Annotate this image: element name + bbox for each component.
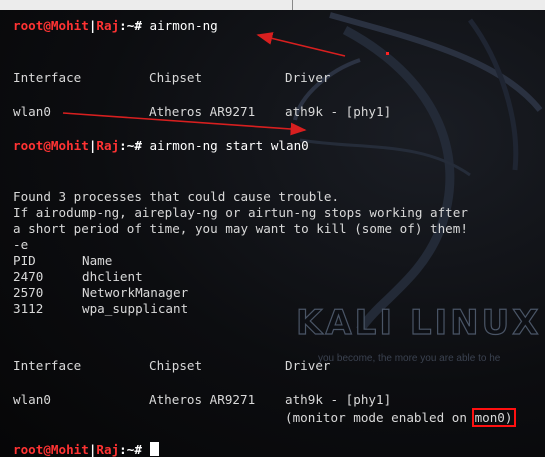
- prompt-line-3[interactable]: root@Mohit|Raj:~#: [13, 442, 159, 457]
- row-chipset: Atheros AR9271: [149, 104, 256, 119]
- prompt-path: :~#: [119, 138, 142, 153]
- prompt-host: Raj: [96, 138, 120, 153]
- row-driver: ath9k - [phy1]: [285, 104, 392, 119]
- prompt-host: Raj: [96, 442, 120, 457]
- kali-linux-watermark: KALI LINUX: [295, 302, 542, 343]
- terminal-window[interactable]: KALI LINUX you become, the more you are …: [0, 0, 545, 457]
- red-dot-marker: [386, 52, 389, 55]
- header-chipset: Chipset: [149, 70, 203, 85]
- row-driver: ath9k - [phy1]: [285, 392, 392, 407]
- prompt-line-2: root@Mohit|Raj:~# airmon-ng start wlan0: [13, 138, 309, 153]
- warning-line-2: If airodump-ng, aireplay-ng or airtun-ng…: [13, 205, 468, 220]
- row-interface: wlan0: [13, 392, 51, 407]
- command-text: airmon-ng: [149, 18, 218, 33]
- prompt-user: root@Mohit: [13, 442, 89, 457]
- warning-line-4: -e: [13, 237, 29, 252]
- process-name: dhclient: [82, 269, 143, 284]
- monitor-interface: mon0: [474, 410, 505, 425]
- header-pid: PID: [13, 253, 36, 268]
- header-chipset: Chipset: [149, 358, 203, 373]
- window-top-bar: [0, 0, 545, 10]
- monitor-mode-text: (monitor mode enabled on: [285, 410, 475, 425]
- text-cursor[interactable]: [149, 442, 159, 456]
- header-interface: Interface: [13, 70, 82, 85]
- command-text: airmon-ng start wlan0: [149, 138, 309, 153]
- arrow-to-airmon-command: [256, 32, 346, 57]
- row-interface: wlan0: [13, 104, 51, 119]
- process-name: wpa_supplicant: [82, 301, 189, 316]
- prompt-line-1: root@Mohit|Raj:~# airmon-ng: [13, 18, 218, 33]
- warning-line-3: a short period of time, you may want to …: [13, 221, 468, 236]
- prompt-user: root@Mohit: [13, 18, 89, 33]
- kali-tagline: you become, the more you are able to he: [318, 353, 501, 364]
- process-pid: 3112: [13, 301, 44, 316]
- row-chipset: Atheros AR9271: [149, 392, 256, 407]
- process-pid: 2470: [13, 269, 44, 284]
- header-driver: Driver: [285, 70, 331, 85]
- process-pid: 2570: [13, 285, 44, 300]
- monitor-interface-highlight: mon0): [471, 408, 516, 427]
- header-driver: Driver: [285, 358, 331, 373]
- header-name: Name: [82, 253, 113, 268]
- monitor-mode-status: (monitor mode enabled on mon0): [285, 408, 516, 427]
- prompt-path: :~#: [119, 18, 142, 33]
- header-interface: Interface: [13, 358, 82, 373]
- prompt-host: Raj: [96, 18, 120, 33]
- prompt-path: :~#: [119, 442, 142, 457]
- warning-line-1: Found 3 processes that could cause troub…: [13, 189, 340, 204]
- process-name: NetworkManager: [82, 285, 189, 300]
- prompt-user: root@Mohit: [13, 138, 89, 153]
- monitor-close-paren: ): [504, 410, 513, 425]
